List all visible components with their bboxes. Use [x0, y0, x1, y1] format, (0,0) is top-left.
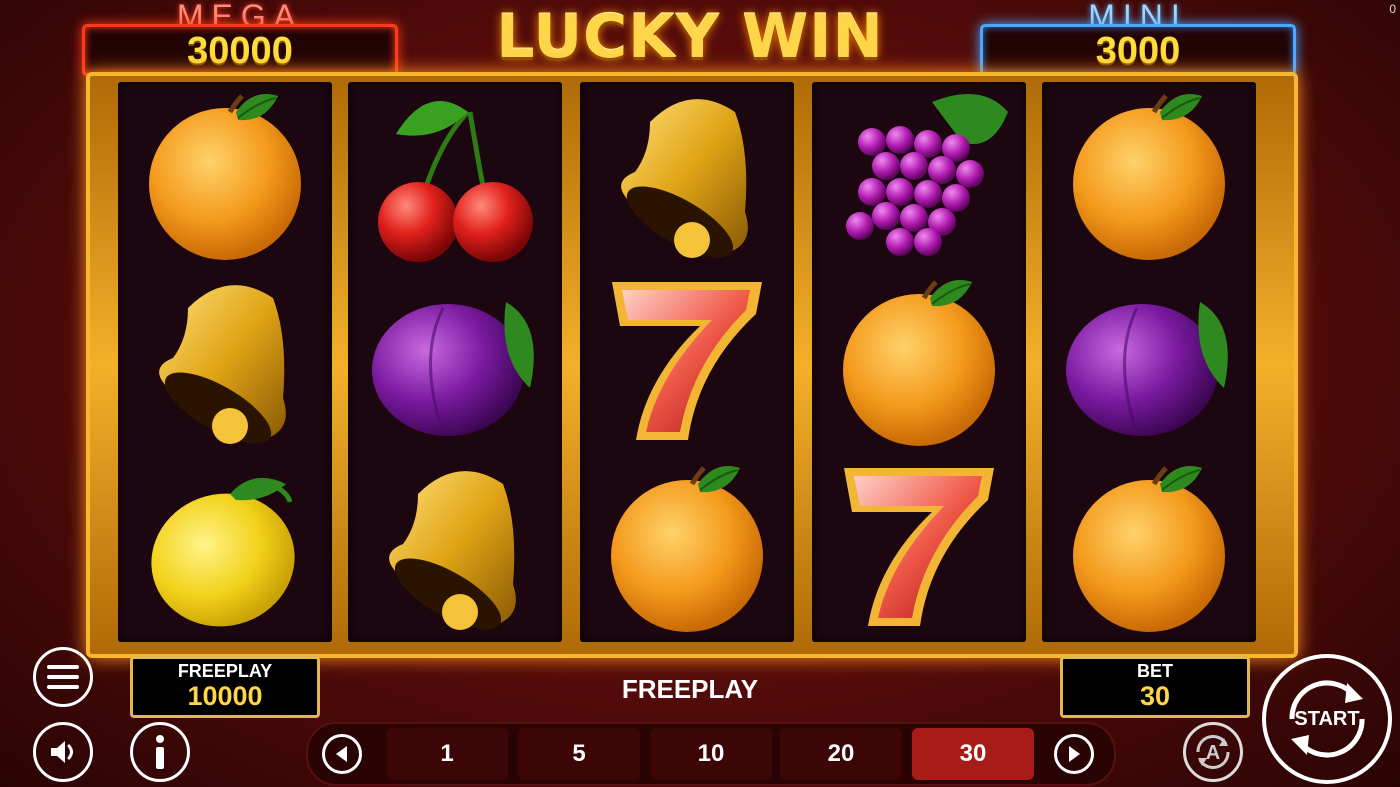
symbol-bell [348, 454, 562, 640]
symbol-bell [118, 268, 332, 454]
corner-counter: 0 [1389, 2, 1396, 16]
mini-jackpot-value: 3000 [980, 24, 1296, 76]
symbol-seven [812, 454, 1026, 640]
freeplay-balance: FREEPLAY 10000 [130, 656, 320, 718]
bet-option-5[interactable]: 5 [518, 728, 640, 780]
symbol-plum [348, 268, 562, 454]
start-button[interactable]: START [1262, 654, 1392, 784]
symbol-bell [580, 82, 794, 268]
svg-text:A: A [1206, 742, 1220, 764]
mini-jackpot: MINI 3000 [980, 0, 1296, 76]
bet-prev-button[interactable] [322, 734, 362, 774]
sound-icon [51, 741, 73, 763]
bet-value: 30 [1139, 681, 1171, 711]
bet-selector: 1 5 10 20 30 [306, 722, 1116, 786]
next-arrow-icon [1069, 746, 1080, 762]
prev-arrow-icon [336, 746, 347, 762]
reel-3 [580, 82, 794, 642]
symbol-orange [1042, 454, 1256, 640]
bet-option-10[interactable]: 10 [650, 728, 772, 780]
info-icon [156, 735, 164, 769]
bet-option-20[interactable]: 20 [780, 728, 902, 780]
sound-button[interactable] [33, 722, 93, 782]
reel-5 [1042, 82, 1256, 642]
symbol-orange [812, 268, 1026, 454]
mega-jackpot: MEGA 30000 [82, 0, 398, 76]
autoplay-button[interactable]: A [1183, 722, 1243, 782]
symbol-plum [1042, 268, 1256, 454]
bet-option-1[interactable]: 1 [386, 728, 508, 780]
symbol-grapes [812, 82, 1026, 268]
bet-display: BET 30 [1060, 656, 1250, 718]
bet-next-button[interactable] [1054, 734, 1094, 774]
symbol-orange [580, 454, 794, 640]
info-button[interactable] [130, 722, 190, 782]
symbol-orange [1042, 82, 1256, 268]
bet-option-30[interactable]: 30 [912, 728, 1034, 780]
symbol-orange [118, 82, 332, 268]
mega-jackpot-value: 30000 [82, 24, 398, 76]
reel-1 [118, 82, 332, 642]
freeplay-value: 10000 [187, 681, 263, 711]
freeplay-label: FREEPLAY [177, 661, 273, 681]
bet-label: BET [1137, 661, 1173, 681]
reel-2 [348, 82, 562, 642]
menu-icon [47, 665, 79, 689]
symbol-lemon [118, 454, 332, 640]
symbol-seven [580, 268, 794, 454]
reels-frame [86, 72, 1298, 658]
autoplay-icon: A [1196, 734, 1230, 770]
status-message: FREEPLAY [621, 674, 759, 704]
symbol-cherry [348, 82, 562, 268]
start-label: START [1294, 707, 1360, 730]
menu-button[interactable] [33, 647, 93, 707]
reel-4 [812, 82, 1026, 642]
